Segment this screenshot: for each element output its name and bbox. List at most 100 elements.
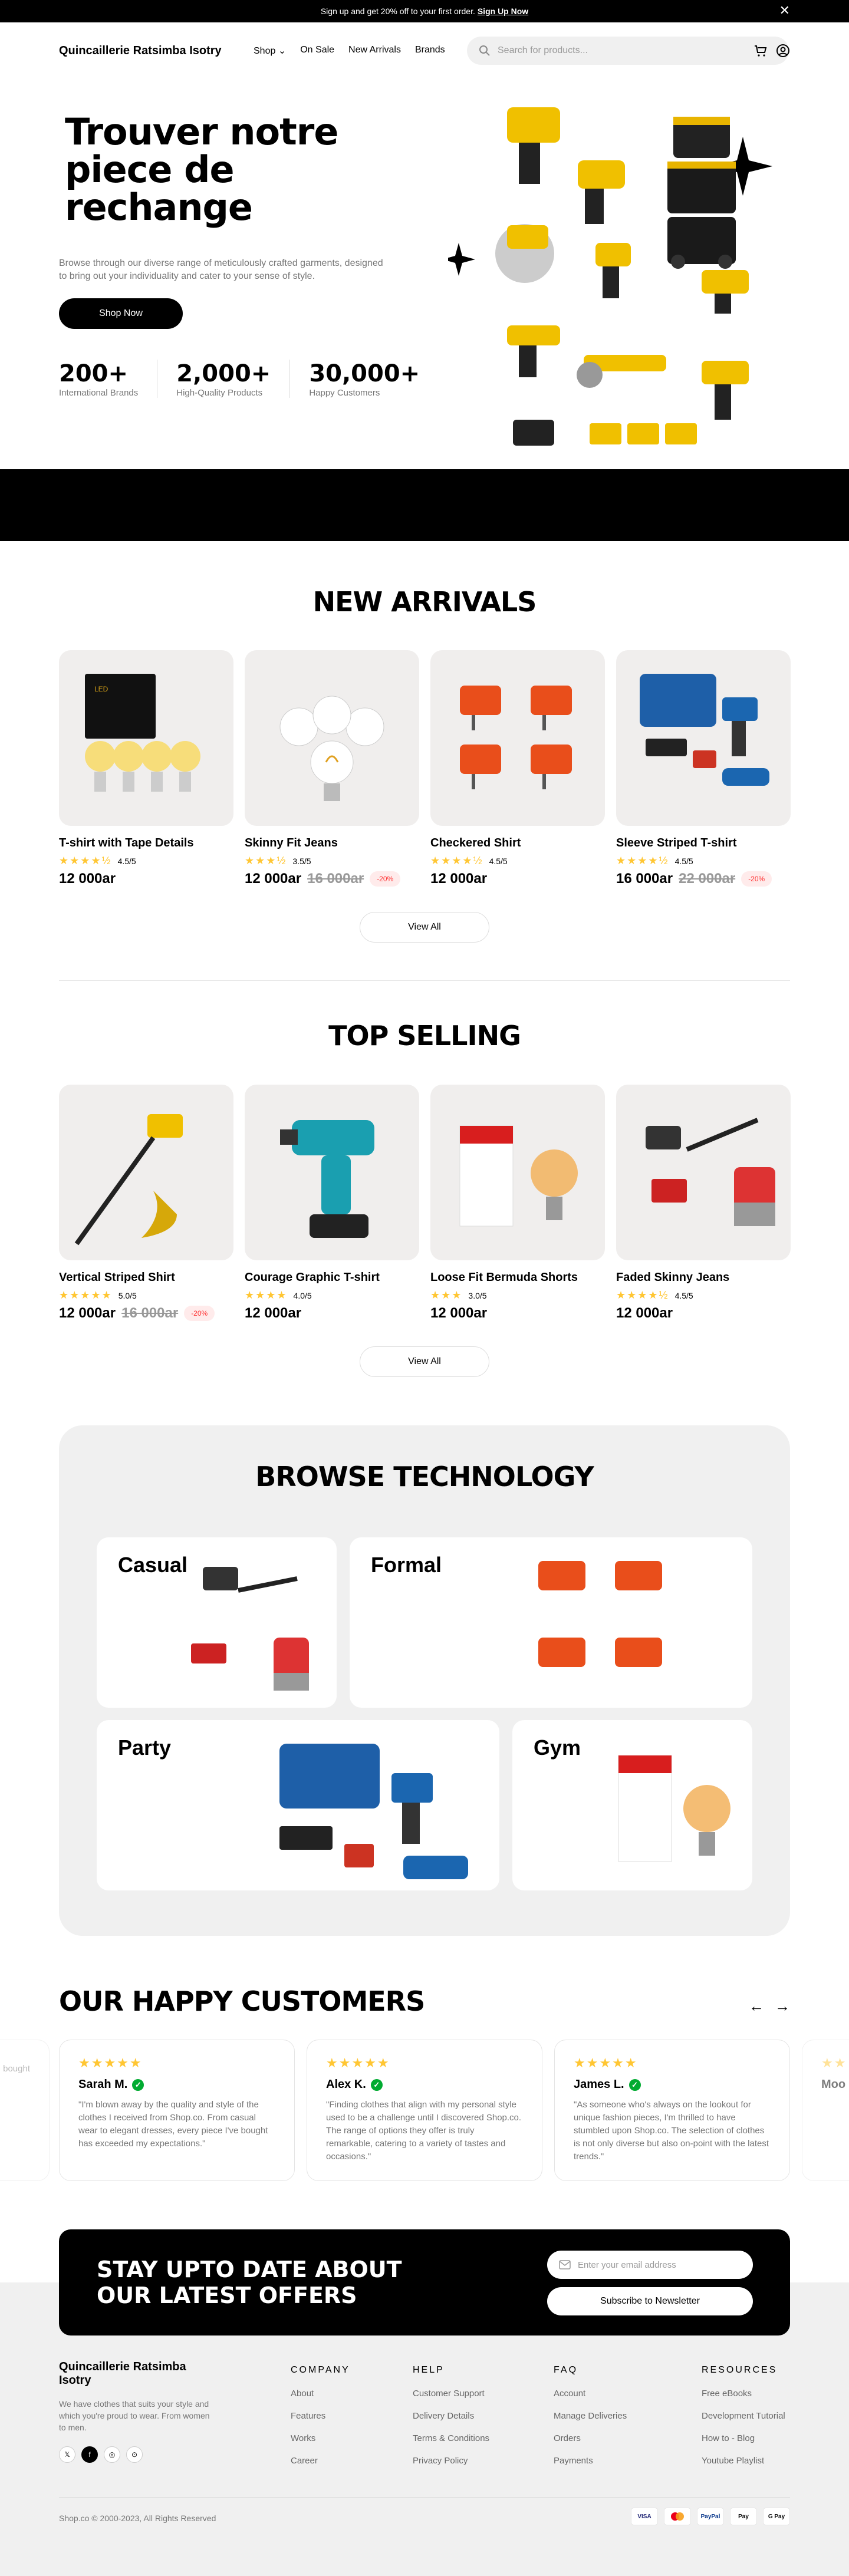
nav-brands[interactable]: Brands bbox=[415, 45, 445, 57]
subscribe-button[interactable]: Subscribe to Newsletter bbox=[547, 2287, 753, 2315]
product-name: T-shirt with Tape Details bbox=[59, 836, 194, 849]
rating-value: 4.5/5 bbox=[674, 1290, 693, 1300]
footer-link[interactable]: Manage Deliveries bbox=[554, 2411, 627, 2421]
svg-text:LED: LED bbox=[94, 685, 108, 693]
navbar: Quincaillerie Ratsimba Isotry Shop ⌄ On … bbox=[59, 37, 790, 65]
product-card[interactable]: Checkered Shirt ★★★★½ 4.5/5 12 000ar bbox=[430, 650, 605, 887]
sparkle-icon bbox=[448, 243, 475, 276]
nav-shop[interactable]: Shop ⌄ bbox=[254, 45, 286, 57]
view-all-button[interactable]: View All bbox=[360, 912, 489, 943]
discount-badge: -20% bbox=[370, 871, 401, 887]
product-card[interactable]: Loose Fit Bermuda Shorts ★★★ 3.0/5 12 000… bbox=[430, 1085, 605, 1322]
category-image bbox=[279, 1744, 468, 1879]
product-card[interactable]: LED T-shirt with Tape Details ★★★★½ 4.5/5… bbox=[59, 650, 233, 887]
rating-value: 4.0/5 bbox=[293, 1290, 312, 1300]
footer-link[interactable]: Works bbox=[291, 2433, 350, 2443]
footer-brand: Quincaillerie Ratsimba Isotry bbox=[59, 2360, 186, 2387]
browse-section: BROWSE TECHNOLOGY Casual Formal Party Gy… bbox=[59, 1425, 790, 1936]
star-rating: ★★★½ bbox=[245, 855, 287, 867]
cart-icon[interactable] bbox=[753, 44, 768, 58]
footer-link[interactable]: How to - Blog bbox=[702, 2433, 785, 2443]
footer-link[interactable]: Terms & Conditions bbox=[413, 2433, 489, 2443]
footer-link[interactable]: Privacy Policy bbox=[413, 2456, 489, 2466]
rating-value: 4.5/5 bbox=[674, 856, 693, 866]
account-icon[interactable] bbox=[776, 44, 790, 58]
review-card: ★★★★★ James L. ✓ "As someone who's always… bbox=[554, 2040, 790, 2181]
category-image bbox=[538, 1561, 662, 1667]
footer-link[interactable]: Account bbox=[554, 2389, 627, 2399]
footer-col-title: HELP bbox=[413, 2365, 445, 2375]
product-name: Sleeve Striped T-shirt bbox=[616, 836, 737, 849]
footer-link[interactable]: Free eBooks bbox=[702, 2389, 785, 2399]
product-name: Skinny Fit Jeans bbox=[245, 836, 338, 849]
product-name: Vertical Striped Shirt bbox=[59, 1271, 175, 1284]
rating-value: 4.5/5 bbox=[117, 856, 136, 866]
nav-on-sale[interactable]: On Sale bbox=[300, 45, 334, 57]
category-gym[interactable]: Gym bbox=[512, 1720, 752, 1890]
arrow-left-icon[interactable]: ← bbox=[749, 1997, 764, 2015]
old-price: 22 000ar bbox=[679, 871, 736, 887]
product-image bbox=[430, 650, 605, 826]
footer-link[interactable]: Payments bbox=[554, 2456, 627, 2466]
footer-col-title: RESOURCES bbox=[702, 2365, 778, 2375]
category-party[interactable]: Party bbox=[97, 1720, 499, 1890]
review-card-partial: the casual bought bbox=[0, 2040, 50, 2181]
footer-description: We have clothes that suits your style an… bbox=[59, 2399, 210, 2432]
footer-link[interactable]: Development Tutorial bbox=[702, 2411, 785, 2421]
product-name: Loose Fit Bermuda Shorts bbox=[430, 1271, 578, 1284]
search-placeholder: Search for products... bbox=[498, 45, 588, 55]
product-image bbox=[616, 1085, 791, 1260]
discount-badge: -20% bbox=[184, 1306, 215, 1321]
price: 12 000ar bbox=[616, 1305, 673, 1321]
footer-link[interactable]: Delivery Details bbox=[413, 2411, 489, 2421]
shop-now-button[interactable]: Shop Now bbox=[59, 298, 183, 329]
email-field[interactable]: Enter your email address bbox=[547, 2251, 753, 2279]
category-casual[interactable]: Casual bbox=[97, 1537, 337, 1708]
footer-link[interactable]: Youtube Playlist bbox=[702, 2456, 785, 2466]
visa-icon: VISA bbox=[631, 2508, 658, 2525]
reviewer-name: James L. bbox=[574, 2078, 624, 2091]
star-rating: ★★★★½ bbox=[430, 855, 483, 867]
signup-link[interactable]: Sign Up Now bbox=[478, 6, 528, 16]
footer-link[interactable]: Features bbox=[291, 2411, 350, 2421]
category-label: Gym bbox=[534, 1735, 581, 1760]
reviews-title: OUR HAPPY CUSTOMERS bbox=[59, 1985, 425, 2017]
announcement-bar: Sign up and get 20% off to your first or… bbox=[0, 0, 849, 22]
view-all-button[interactable]: View All bbox=[360, 1346, 489, 1377]
price: 12 000ar bbox=[59, 1305, 116, 1321]
footer-link[interactable]: About bbox=[291, 2389, 350, 2399]
search-input[interactable]: Search for products... bbox=[467, 37, 789, 65]
review-card: ★★★★★ Alex K. ✓ "Finding clothes that ali… bbox=[307, 2040, 542, 2181]
product-image: LED bbox=[59, 650, 233, 826]
product-image bbox=[430, 1085, 605, 1260]
product-card[interactable]: Courage Graphic T-shirt ★★★★ 4.0/5 12 000… bbox=[245, 1085, 419, 1322]
verified-icon: ✓ bbox=[370, 2078, 383, 2091]
category-formal[interactable]: Formal bbox=[350, 1537, 752, 1708]
price: 12 000ar bbox=[430, 871, 488, 887]
product-card[interactable]: Faded Skinny Jeans ★★★★½ 4.5/5 12 000ar bbox=[616, 1085, 791, 1322]
twitter-icon[interactable]: 𝕏 bbox=[59, 2446, 75, 2463]
discount-badge: -20% bbox=[741, 871, 772, 887]
close-icon[interactable]: ✕ bbox=[779, 4, 790, 17]
review-card: ★★★★★ Sarah M. ✓ "I'm blown away by the q… bbox=[59, 2040, 295, 2181]
category-image bbox=[191, 1567, 309, 1691]
nav-new-arrivals[interactable]: New Arrivals bbox=[348, 45, 401, 57]
star-rating: ★★★ bbox=[430, 1289, 463, 1301]
product-card[interactable]: Skinny Fit Jeans ★★★½ 3.5/5 12 000ar 16 00… bbox=[245, 650, 419, 887]
category-label: Casual bbox=[118, 1553, 188, 1577]
footer-link[interactable]: Orders bbox=[554, 2433, 627, 2443]
footer-link[interactable]: Customer Support bbox=[413, 2389, 489, 2399]
power-tools-hero-image bbox=[448, 107, 772, 446]
product-card[interactable]: Vertical Striped Shirt ★★★★★ 5.0/5 12 000… bbox=[59, 1085, 233, 1322]
browse-title: BROWSE TECHNOLOGY bbox=[255, 1461, 594, 1493]
price: 12 000ar bbox=[59, 871, 116, 887]
arrow-right-icon[interactable]: → bbox=[775, 1997, 790, 2015]
brand-logo[interactable]: Quincaillerie Ratsimba Isotry bbox=[59, 44, 254, 58]
instagram-icon[interactable]: ◎ bbox=[104, 2446, 120, 2463]
facebook-icon[interactable]: f bbox=[81, 2446, 98, 2463]
star-rating: ★★★★½ bbox=[59, 855, 112, 867]
footer-link[interactable]: Career bbox=[291, 2456, 350, 2466]
product-card[interactable]: Sleeve Striped T-shirt ★★★★½ 4.5/5 16 000… bbox=[616, 650, 791, 887]
github-icon[interactable]: ⊙ bbox=[126, 2446, 143, 2463]
price: 12 000ar bbox=[245, 1305, 302, 1321]
